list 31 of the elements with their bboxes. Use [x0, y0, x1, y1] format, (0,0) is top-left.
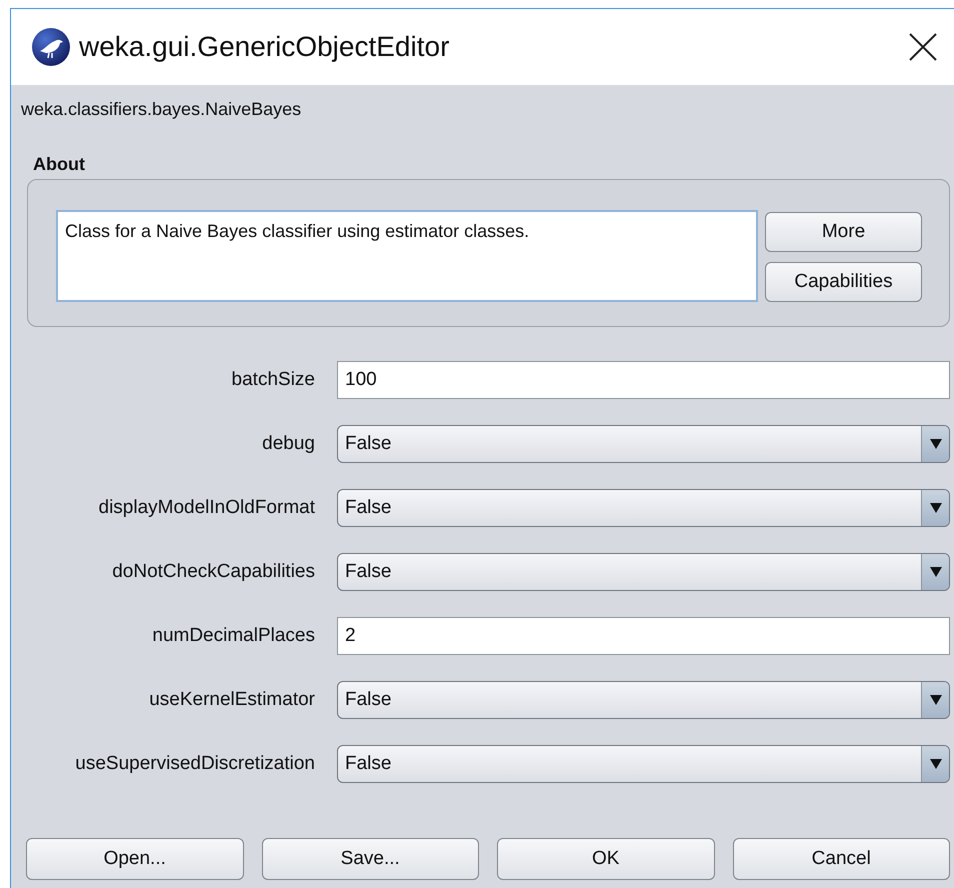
about-text-area[interactable]: Class for a Naive Bayes classifier using estimator classes.	[56, 210, 758, 302]
property-label: displayModelInOldFormat	[98, 497, 315, 519]
property-label: useKernelEstimator	[148, 689, 315, 711]
dropdown[interactable]: False	[337, 745, 950, 783]
dropdown[interactable]: False	[337, 425, 950, 463]
dropdown[interactable]: False	[337, 681, 950, 719]
dialog-button[interactable]: Open...	[26, 838, 244, 880]
dialog-button[interactable]: Save...	[262, 838, 479, 880]
property-label: debug	[261, 433, 315, 455]
dropdown-arrow-icon	[930, 503, 942, 513]
class-name-label: weka.classifiers.bayes.NaiveBayes	[21, 99, 302, 120]
close-icon[interactable]	[908, 32, 938, 62]
dialog-button[interactable]: OK	[497, 838, 714, 880]
dropdown[interactable]: False	[337, 553, 950, 591]
property-label: useSupervisedDiscretization	[74, 753, 315, 775]
about-button[interactable]: Capabilities	[765, 262, 922, 302]
dialog-button[interactable]: Cancel	[732, 838, 950, 880]
input-field[interactable]: 2	[337, 617, 950, 655]
dropdown-arrow-icon	[930, 567, 942, 577]
dropdown-arrow-icon	[930, 439, 942, 449]
dropdown-arrow-icon	[930, 759, 942, 769]
bird-logo-icon	[31, 27, 71, 67]
dropdown[interactable]: False	[337, 489, 950, 527]
about-button[interactable]: More	[765, 212, 922, 252]
input-field[interactable]: 100	[337, 361, 950, 399]
about-heading: About	[33, 154, 86, 175]
dropdown-arrow-icon	[930, 695, 942, 705]
window-title: weka.gui.GenericObjectEditor	[79, 31, 450, 63]
property-label: doNotCheckCapabilities	[111, 561, 315, 583]
property-label: numDecimalPlaces	[151, 625, 315, 647]
property-label: batchSize	[230, 369, 315, 391]
